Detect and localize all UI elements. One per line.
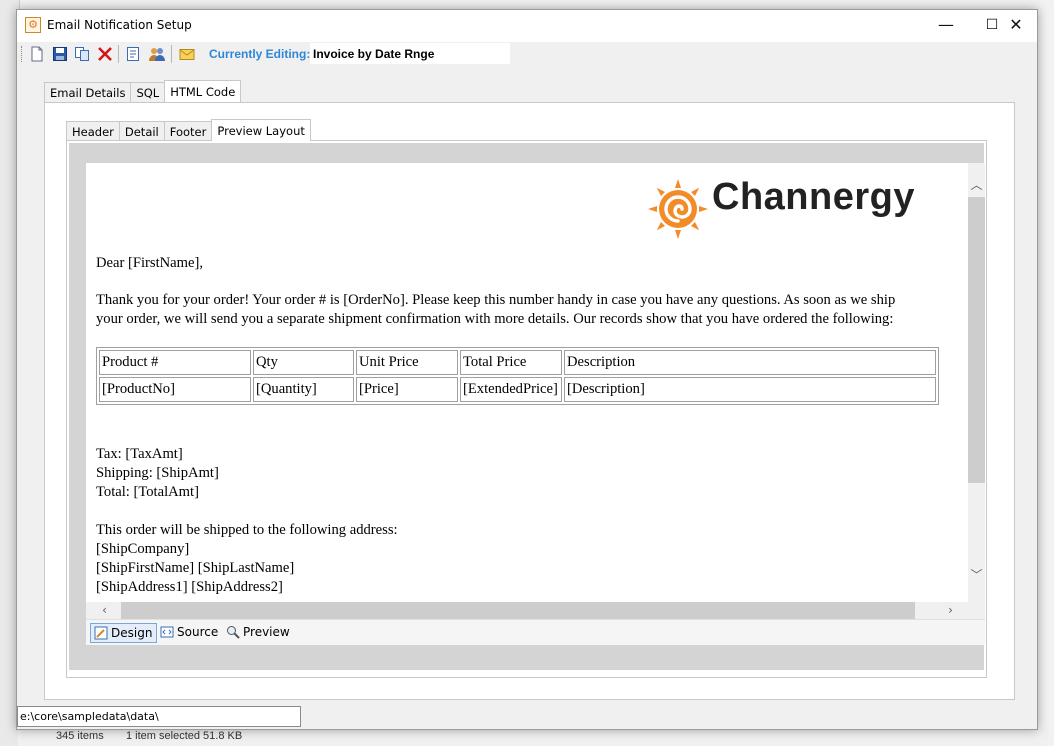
email-icon[interactable] [179, 46, 195, 62]
toolbar-separator [118, 45, 119, 63]
tax-line: Tax: [TaxAmt] [96, 446, 183, 462]
editor-mode-bar: Design Source Preview [86, 619, 985, 645]
app-icon: ⚙ [25, 17, 41, 33]
currently-editing-label: Currently Editing: [209, 47, 311, 61]
users-icon[interactable] [149, 46, 165, 62]
preview-mode-label: Preview [243, 625, 290, 639]
header-total-price: Total Price [460, 350, 562, 375]
toolbar-separator [171, 45, 172, 63]
status-selection: 1 item selected 51.8 KB [126, 730, 243, 742]
tab-preview-layout[interactable]: Preview Layout [211, 119, 311, 141]
design-mode-label: Design [111, 626, 153, 640]
background-status-bar: 345 items 1 item selected 51.8 KB [18, 728, 1048, 746]
currently-editing-value: Invoice by Date Rnge [310, 43, 510, 64]
cell-product-no: [ProductNo] [99, 377, 251, 402]
title-bar: ⚙ Email Notification Setup — ☐ ✕ [17, 10, 1037, 42]
scroll-up-icon[interactable]: ︿ [968, 177, 985, 194]
channergy-sun-icon [648, 179, 708, 239]
window-title: Email Notification Setup [47, 18, 192, 32]
scroll-right-icon[interactable]: › [942, 602, 959, 619]
source-mode-label: Source [177, 625, 219, 639]
minimize-button[interactable]: — [923, 10, 969, 42]
cell-description: [Description] [564, 377, 936, 402]
tab-header[interactable]: Header [66, 121, 120, 141]
close-button[interactable]: ✕ [993, 10, 1039, 42]
vertical-scroll-thumb[interactable] [968, 197, 985, 483]
shipping-line: Shipping: [ShipAmt] [96, 465, 219, 481]
source-code-icon [160, 626, 174, 638]
ship-name-line: [ShipFirstName] [ShipLastName] [96, 560, 295, 576]
toolbar: Currently Editing: Invoice by Date Rnge [17, 42, 1037, 66]
delete-icon[interactable] [97, 46, 113, 62]
cell-extended-price: [ExtendedPrice] [460, 377, 562, 402]
header-description: Description [564, 350, 936, 375]
ship-intro-line: This order will be shipped to the follow… [96, 522, 398, 538]
scroll-left-icon[interactable]: ‹ [96, 602, 113, 619]
intro-line-1: Thank you for your order! Your order # i… [96, 292, 896, 308]
design-icon [94, 626, 108, 640]
vertical-scrollbar[interactable]: ︿ ﹀ [968, 163, 985, 602]
report-icon[interactable] [125, 46, 141, 62]
tab-sql[interactable]: SQL [130, 82, 166, 102]
intro-line-2: your order, we will send you a separate … [96, 311, 894, 327]
tab-html-code[interactable]: HTML Code [164, 80, 242, 102]
scroll-down-icon[interactable]: ﹀ [968, 567, 985, 584]
header-qty: Qty [253, 350, 354, 375]
new-document-icon[interactable] [29, 46, 45, 62]
header-unit-price: Unit Price [356, 350, 458, 375]
magnifier-icon [227, 626, 240, 639]
scroll-corner [968, 602, 985, 619]
inner-tab-strip: Header Detail Footer Preview Layout [66, 119, 311, 141]
total-line: Total: [TotalAmt] [96, 484, 199, 500]
path-field[interactable]: e:\core\sampledata\data\ [17, 706, 301, 727]
tab-detail[interactable]: Detail [118, 121, 165, 141]
order-items-table: Product # Qty Unit Price Total Price Des… [96, 347, 939, 405]
cell-quantity: [Quantity] [253, 377, 354, 402]
header-product-number: Product # [99, 350, 251, 375]
table-header-row: Product # Qty Unit Price Total Price Des… [99, 350, 936, 375]
copy-icon[interactable] [74, 46, 90, 62]
logo-text: Channergy [712, 176, 915, 218]
work-area: Email Details SQL HTML Code Header Detai… [23, 66, 1034, 726]
preview-mode-button[interactable]: Preview [223, 623, 294, 643]
save-icon[interactable] [52, 46, 68, 62]
greeting-text: Dear [FirstName], [96, 255, 203, 271]
html-design-surface[interactable]: Channergy Dear [FirstName], Thank you fo… [86, 163, 968, 602]
outer-tab-strip: Email Details SQL HTML Code [44, 80, 242, 102]
ship-address-line: [ShipAddress1] [ShipAddress2] [96, 579, 283, 595]
horizontal-scroll-thumb[interactable] [121, 602, 915, 619]
horizontal-scrollbar[interactable]: ‹ › [86, 602, 968, 619]
channergy-logo: Channergy [646, 177, 928, 241]
tab-email-details[interactable]: Email Details [44, 82, 132, 102]
toolbar-grip[interactable] [21, 46, 24, 62]
design-mode-button[interactable]: Design [90, 623, 158, 643]
status-item-count: 345 items [56, 730, 104, 742]
table-row: [ProductNo] [Quantity] [Price] [Extended… [99, 377, 936, 402]
tab-footer[interactable]: Footer [163, 121, 213, 141]
ship-company-line: [ShipCompany] [96, 541, 190, 557]
cell-price: [Price] [356, 377, 458, 402]
email-notification-window: ⚙ Email Notification Setup — ☐ ✕ Current… [16, 9, 1038, 730]
source-mode-button[interactable]: Source [157, 623, 222, 643]
